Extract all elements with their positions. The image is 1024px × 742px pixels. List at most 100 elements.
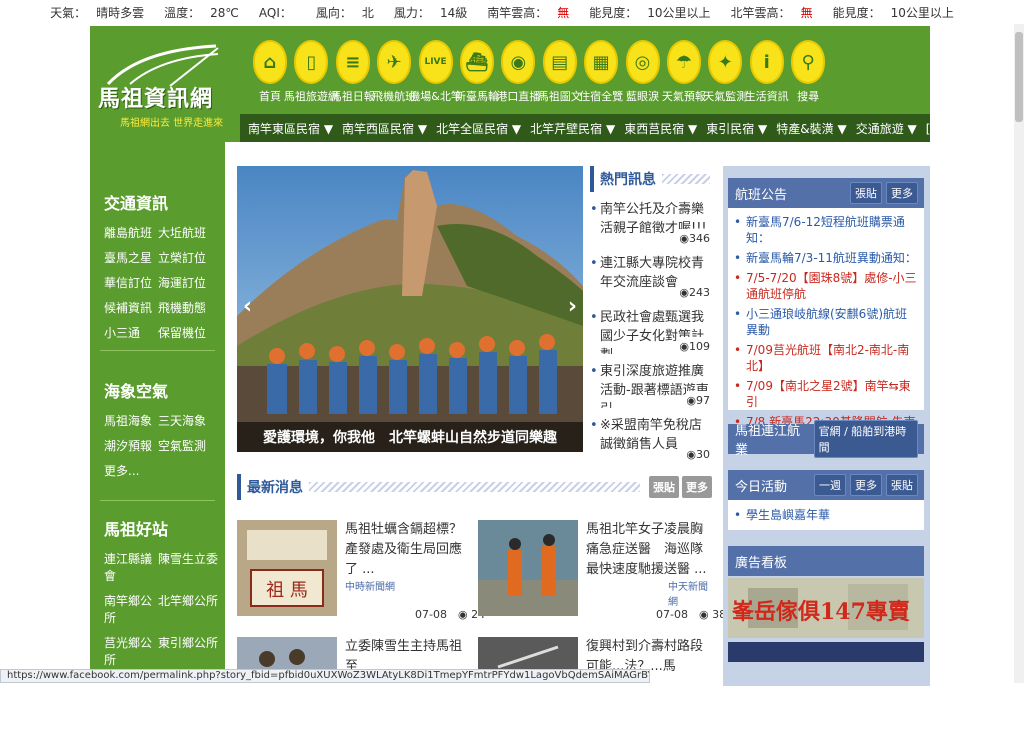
sidebar-link[interactable]: 離島航班 — [104, 224, 158, 241]
carousel-photo — [237, 166, 583, 452]
sidebar-link[interactable]: 潮汐預報 — [104, 437, 158, 454]
today-sticky-button[interactable]: 張貼 — [886, 474, 918, 496]
sidebar-link[interactable]: 立榮訂位 — [158, 249, 218, 266]
hot-news-item[interactable]: ※采盟南竿免稅店誠徵銷售人員◉30 — [590, 416, 710, 462]
sidebar-link[interactable]: 保留機位 — [158, 324, 218, 341]
today-week-button[interactable]: 一週 — [814, 474, 846, 496]
sidebar-link[interactable]: 北竿鄉公所 — [158, 592, 218, 626]
subnav-link[interactable]: 東西莒民宿 ▼ — [624, 120, 697, 137]
weather-condition: 天氣： 晴時多雲 — [50, 5, 145, 20]
hot-news-item[interactable]: 民政社會處甄選我國少子女化對策計劃...◉109 — [590, 308, 710, 354]
sidebar-link[interactable]: 連江縣議會 — [104, 550, 158, 584]
hot-news-item[interactable]: 連江縣大專院校青年交流座談會◉243 — [590, 254, 710, 300]
weather-wind-dir: 風向：北 — [315, 5, 374, 20]
carousel-next-button[interactable]: › — [568, 294, 577, 319]
logo-subtitle: 馬祖網出去 世界走進來 — [120, 118, 224, 129]
news-card[interactable]: 復興村到介壽村路段可能...法？...馬 — [478, 637, 708, 742]
flight-more-button[interactable]: 更多 — [886, 182, 918, 204]
subnav-link[interactable]: 南竿東區民宿 ▼ — [248, 120, 333, 137]
subnav-link[interactable]: 東引民宿 ▼ — [706, 120, 767, 137]
sidebar-link[interactable]: 飛機動態 — [158, 299, 218, 316]
sidebar-link[interactable]: 大坵航班 — [158, 224, 218, 241]
nav-live[interactable]: LIVE 機場&北竿 — [409, 40, 462, 104]
news-card[interactable]: 祖 馬 馬祖牡蠣含鎘超標？產發處及衛生局回應了 ... 中時新聞網 07-08 … — [237, 520, 485, 625]
nav-eye[interactable]: ◎ 藍眼淚 — [623, 40, 663, 104]
flight-notice-item[interactable]: 小三通琅岐航線(安麒6號)航班異動 — [734, 306, 918, 338]
nav-label: 馬祖圖文 — [537, 90, 582, 103]
luggage-icon: ▯ — [294, 40, 329, 84]
subnav-link[interactable]: 交通旅遊 ▼ — [856, 120, 917, 137]
sidebar-link[interactable]: 華信訂位 — [104, 274, 158, 291]
subnav-link[interactable]: 南竿西區民宿 ▼ — [342, 120, 427, 137]
flight-notice-item[interactable]: 新臺馬輪7/3-11航班異動通知： — [734, 250, 918, 266]
nav-search[interactable]: ⚲ 搜尋 — [788, 40, 828, 104]
sidebar-link[interactable]: 海運訂位 — [158, 274, 218, 291]
sidebar-link[interactable]: 莒光鄉公所 — [104, 634, 158, 668]
logo-title: 馬祖資訊網 — [98, 86, 214, 112]
today-activity-item[interactable]: 學生島嶼嘉年華 — [734, 507, 918, 523]
sidebar-link[interactable]: 空氣監測 — [158, 437, 218, 454]
sidebar-link[interactable]: 東引鄉公所 — [158, 634, 218, 668]
nav-plane[interactable]: ✈ 飛機航班 — [372, 40, 416, 104]
site-logo[interactable]: 馬祖資訊網 馬祖網出去 世界走進來 — [90, 26, 236, 142]
sidebar-link[interactable]: 三天海象 — [158, 412, 218, 429]
news-source: 中天新聞網 — [668, 582, 708, 608]
nav-book[interactable]: ▤ 馬祖圖文 — [537, 40, 582, 104]
today-more-button[interactable]: 更多 — [850, 474, 882, 496]
flight-notice-item[interactable]: 7/09【南北之星2號】南竿⇆東引 — [734, 378, 918, 410]
sidebar-link[interactable]: 陳雪生立委 — [158, 550, 218, 584]
subnav-link[interactable]: [註冊] — [968, 120, 1001, 137]
left-sidebar: 交通資訊 離島航班 大坵航班 臺馬之星 立榮訂位 華信訂位 海運訂位 候補資訊 飛機動態 小三通… — [90, 142, 225, 692]
flight-notice-item[interactable]: 7/09莒光航班【南北2-南北-南北】 — [734, 342, 918, 374]
sidebar-link[interactable]: 更多... — [104, 462, 158, 479]
sidebar-link[interactable]: 小三通 — [104, 324, 158, 341]
nav-label: 港口直播 — [496, 90, 541, 103]
photo-carousel[interactable]: ‹ › 愛護環境，你我他 北竿螺蚌山自然步道同樂趣 — [237, 166, 583, 452]
nav-ship[interactable]: ⛴ 新臺馬輪 — [455, 40, 499, 104]
ad-banner[interactable]: 峯岳傢俱147專賣 — [728, 578, 924, 638]
nav-weather-monitor[interactable]: ✦ 天氣監測 — [703, 40, 747, 104]
news-card[interactable]: 立委陳雪生主持馬祖至 — [237, 637, 467, 742]
nav-info[interactable]: i 生活資訊 — [745, 40, 789, 104]
subnav-link[interactable]: [登入] — [926, 120, 959, 137]
flight-sticky-button[interactable]: 張貼 — [850, 182, 882, 204]
flight-notice-item[interactable]: 7/5-7/20【園珠8號】處修-小三通航班停航 — [734, 270, 918, 302]
hot-news-item[interactable]: 南竿公托及介壽樂活親子館徵才喔!!!◉346 — [590, 200, 710, 246]
scrollbar-thumb[interactable] — [1015, 32, 1023, 122]
lianjiang-port-button[interactable]: 官網 / 船舶到港時間 — [813, 420, 918, 458]
sidebar-link[interactable]: 馬祖海象 — [104, 412, 158, 429]
ad-banner-text: 峯岳傢俱147專賣 — [732, 599, 910, 625]
divider — [662, 174, 710, 184]
ad-board: 廣告看板 峯岳傢俱147專賣 — [728, 546, 924, 662]
nav-camera[interactable]: ◉ 港口直播 — [496, 40, 541, 104]
carousel-prev-button[interactable]: ‹ — [243, 294, 252, 319]
nav-building[interactable]: ▦ 住宿全覽 — [579, 40, 623, 104]
latest-more-button[interactable]: 更多 — [682, 476, 712, 498]
sidebar-link[interactable]: 候補資訊 — [104, 299, 158, 316]
eye-icon: ◉ — [679, 286, 689, 299]
site-header: 馬祖資訊網 馬祖網出去 世界走進來 ⌂ 首頁 ▯ 馬祖旅遊網 ≡ 馬祖日報 ✈ 飛機航班 LIV… — [90, 26, 1001, 142]
sidebar-link[interactable]: 臺馬之星 — [104, 249, 158, 266]
subnav-link[interactable]: 特產&裝潢 ▼ — [776, 120, 846, 137]
sidebar-good-sites: 馬祖好站 連江縣議會 陳雪生立委 南竿鄉公所 北竿鄉公所 莒光鄉公所 東引鄉公所 大同之家 — [90, 516, 225, 693]
hot-news-item[interactable]: 東引深度旅遊推廣活動-跟著標語遊東引◉97 — [590, 362, 710, 408]
nav-luggage[interactable]: ▯ 馬祖旅遊網 — [284, 40, 339, 104]
flight-notice-item[interactable]: 新臺馬7/6-12短程航班購票通知： — [734, 214, 918, 246]
subnav-link[interactable]: 北竿全區民宿 ▼ — [436, 120, 521, 137]
nav-label: 馬祖日報 — [330, 90, 375, 103]
sidebar-link[interactable]: 南竿鄉公所 — [104, 592, 158, 626]
latest-sticky-button[interactable]: 張貼 — [649, 476, 679, 498]
page-scrollbar[interactable] — [1014, 24, 1024, 683]
nav-newspaper[interactable]: ≡ 馬祖日報 — [330, 40, 375, 104]
weather-nangan-vis: 能見度： 10公里以上 — [589, 5, 711, 20]
ad-banner-2[interactable] — [728, 642, 924, 662]
weather-wind-force: 風力： 14級 — [393, 5, 468, 20]
nav-umbrella[interactable]: ☂ 天氣預報 — [661, 40, 706, 104]
weather-beigan-vis: 能見度： 10公里以上 — [832, 5, 954, 20]
main-nav-icons: ⌂ 首頁 ▯ 馬祖旅遊網 ≡ 馬祖日報 ✈ 飛機航班 LIVE 機場&北竿 ⛴ 新臺馬輪 ◉ 港口直播 ▤ 馬… — [250, 40, 829, 104]
nav-label: 天氣預報 — [661, 90, 706, 103]
news-card[interactable]: 馬祖北竿女子凌晨胸痛急症送醫 海巡隊最快速度馳援送醫 ... 中天新聞網 07-… — [478, 520, 726, 625]
subnav-link[interactable]: 北竿芹壁民宿 ▼ — [530, 120, 615, 137]
hot-news: 熱門訊息 南竿公托及介壽樂活親子館徵才喔!!!◉346 連江縣大專院校青年交流座談… — [590, 166, 710, 462]
sidebar-title-weather: 海象空氣 — [104, 382, 169, 401]
